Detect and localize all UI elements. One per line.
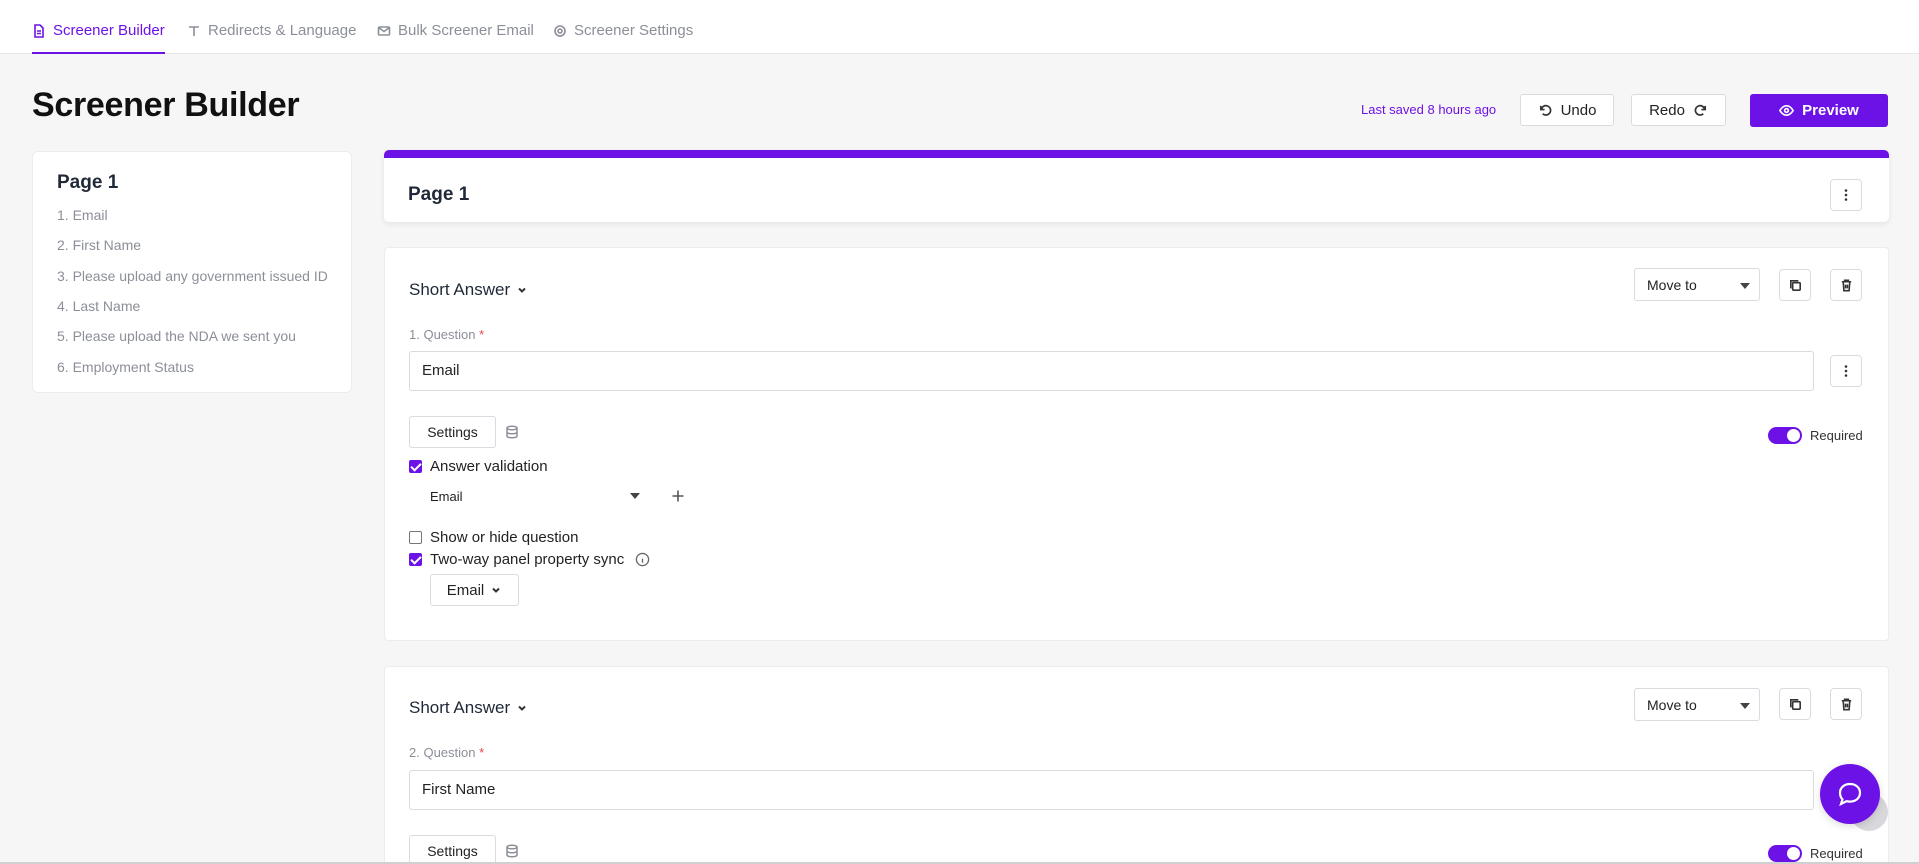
sync-property-dropdown[interactable]: Email xyxy=(430,574,519,606)
answer-validation-checkbox[interactable] xyxy=(409,460,422,473)
settings-button[interactable]: Settings xyxy=(409,416,496,448)
sync-property-value: Email xyxy=(446,581,485,599)
panel-sync-label: Two-way panel property sync xyxy=(430,551,625,568)
preview-button[interactable]: Preview xyxy=(1750,94,1888,127)
tab-label: Screener Builder xyxy=(53,22,165,39)
move-to-select[interactable]: Move to xyxy=(1634,268,1760,301)
gear-icon xyxy=(554,25,566,37)
question-type-dropdown[interactable]: Short Answer xyxy=(409,698,528,718)
kebab-icon xyxy=(1844,365,1848,377)
chat-support-button[interactable] xyxy=(1820,764,1880,824)
undo-label: Undo xyxy=(1560,101,1597,119)
chat-bubble-icon xyxy=(1838,782,1862,807)
validation-type-select[interactable]: Email xyxy=(430,483,650,509)
required-label: Required xyxy=(1810,428,1863,443)
tab-label: Redirects & Language xyxy=(208,22,357,39)
required-label: Required xyxy=(1810,846,1863,861)
tab-label: Screener Settings xyxy=(574,22,694,39)
duplicate-button[interactable] xyxy=(1779,688,1811,720)
database-icon[interactable] xyxy=(505,844,519,858)
sidebar-item-last-name[interactable]: 4. Last Name xyxy=(57,298,140,314)
question-text-input[interactable]: Email xyxy=(409,351,1814,391)
required-toggle[interactable] xyxy=(1768,427,1802,444)
required-asterisk: * xyxy=(479,327,485,342)
chevron-down-icon xyxy=(518,287,526,293)
show-hide-label: Show or hide question xyxy=(430,529,579,546)
chevron-down-icon xyxy=(492,587,500,593)
question-menu-button[interactable] xyxy=(1830,355,1862,387)
question-number-label: 2. Question xyxy=(409,745,476,760)
sidebar-item-email[interactable]: 1. Email xyxy=(57,207,108,223)
move-to-label: Move to xyxy=(1647,696,1697,713)
move-to-select[interactable]: Move to xyxy=(1634,688,1760,721)
undo-button[interactable]: Undo xyxy=(1520,94,1614,126)
sidebar-item-employment-status[interactable]: 6. Employment Status xyxy=(57,359,194,375)
trash-icon xyxy=(1841,698,1851,710)
page-card-title: Page 1 xyxy=(408,184,470,205)
copy-icon xyxy=(1789,279,1801,291)
add-validation-icon[interactable] xyxy=(671,489,685,503)
question-type-dropdown[interactable]: Short Answer xyxy=(409,280,528,300)
question-type-label: Short Answer xyxy=(409,698,511,717)
text-icon xyxy=(189,26,199,36)
tab-screener-settings[interactable]: Screener Settings xyxy=(553,22,693,54)
mail-icon xyxy=(377,26,391,36)
redo-label: Redo xyxy=(1649,101,1685,119)
caret-down-icon xyxy=(1740,283,1750,289)
delete-button[interactable] xyxy=(1830,269,1862,301)
tab-bulk-screener-email[interactable]: Bulk Screener Email xyxy=(377,22,534,54)
page-outline-sidebar: Page 1 1. Email 2. First Name 3. Please … xyxy=(32,151,352,393)
question-label: 1. Question * xyxy=(409,327,484,342)
sidebar-item-government-id[interactable]: 3. Please upload any government issued I… xyxy=(57,268,328,284)
question-label: 2. Question * xyxy=(409,745,484,760)
panel-sync-checkbox[interactable] xyxy=(409,553,422,566)
preview-label: Preview xyxy=(1802,102,1859,119)
sidebar-item-nda[interactable]: 5. Please upload the NDA we sent you xyxy=(57,328,296,344)
caret-down-icon xyxy=(630,493,640,499)
caret-down-icon xyxy=(1740,703,1750,709)
undo-icon xyxy=(1539,104,1551,116)
show-hide-checkbox[interactable] xyxy=(409,531,422,544)
tab-label: Bulk Screener Email xyxy=(398,22,534,39)
chevron-down-icon xyxy=(518,705,526,711)
document-icon xyxy=(34,24,44,38)
tab-screener-builder[interactable]: Screener Builder xyxy=(32,22,165,54)
validation-type-value: Email xyxy=(430,488,463,504)
page-title: Screener Builder xyxy=(32,86,300,124)
move-to-label: Move to xyxy=(1647,276,1697,293)
question-card: Short Answer Move to 2. Question * First… xyxy=(384,666,1889,864)
kebab-icon xyxy=(1844,189,1848,201)
trash-icon xyxy=(1841,279,1851,291)
required-asterisk: * xyxy=(479,745,485,760)
copy-icon xyxy=(1789,698,1801,710)
redo-button[interactable]: Redo xyxy=(1631,94,1726,126)
page-card: Page 1 xyxy=(384,150,1889,222)
delete-button[interactable] xyxy=(1830,688,1862,720)
question-card: Short Answer Move to 1. Question * Email… xyxy=(384,247,1889,641)
database-icon[interactable] xyxy=(505,425,519,439)
required-toggle[interactable] xyxy=(1768,845,1802,862)
page-menu-button[interactable] xyxy=(1830,179,1862,211)
question-text-input[interactable]: First Name xyxy=(409,770,1814,810)
sidebar-item-first-name[interactable]: 2. First Name xyxy=(57,237,141,253)
eye-icon xyxy=(1779,104,1795,117)
duplicate-button[interactable] xyxy=(1779,269,1811,301)
redo-icon xyxy=(1694,104,1706,116)
info-icon[interactable] xyxy=(635,552,650,567)
question-number-label: 1. Question xyxy=(409,327,476,342)
answer-validation-label: Answer validation xyxy=(430,458,548,475)
top-navigation: Screener Builder Redirects & Language Bu… xyxy=(0,0,1919,54)
sidebar-page-title: Page 1 xyxy=(57,172,119,193)
settings-button[interactable]: Settings xyxy=(409,835,496,864)
tab-redirects-language[interactable]: Redirects & Language xyxy=(187,22,356,54)
question-type-label: Short Answer xyxy=(409,280,511,299)
last-saved-status: Last saved 8 hours ago xyxy=(1361,102,1497,117)
